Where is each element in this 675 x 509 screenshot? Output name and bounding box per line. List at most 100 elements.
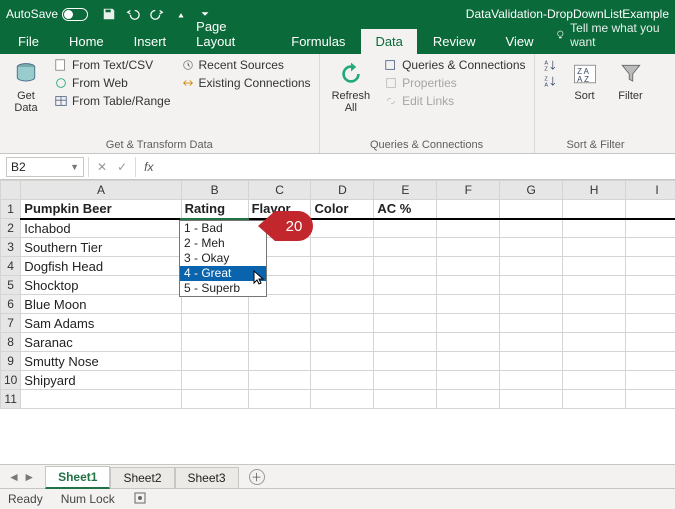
worksheet-grid[interactable]: A B C D E F G H I 1 Pumpkin Beer Rating …: [0, 180, 675, 464]
col-header-h[interactable]: H: [563, 181, 626, 200]
cell[interactable]: [437, 390, 500, 409]
cell[interactable]: [626, 352, 675, 371]
save-icon[interactable]: [102, 7, 116, 21]
refresh-all-button[interactable]: Refresh All: [328, 58, 375, 116]
cell[interactable]: [374, 371, 437, 390]
cell[interactable]: Smutty Nose: [21, 352, 181, 371]
cell[interactable]: [563, 371, 626, 390]
cell[interactable]: [500, 314, 563, 333]
cell[interactable]: [626, 390, 675, 409]
cell[interactable]: [311, 257, 374, 276]
cell[interactable]: [21, 390, 181, 409]
recent-sources-button[interactable]: Recent Sources: [181, 58, 311, 72]
cell[interactable]: [563, 390, 626, 409]
new-sheet-button[interactable]: ＋: [249, 469, 265, 485]
cell[interactable]: [437, 276, 500, 295]
from-table-button[interactable]: From Table/Range: [54, 94, 171, 108]
dv-option[interactable]: 2 - Meh: [180, 236, 266, 251]
cell[interactable]: [248, 390, 311, 409]
sheet-tab-3[interactable]: Sheet3: [175, 467, 239, 488]
col-header-f[interactable]: F: [437, 181, 500, 200]
cell[interactable]: [563, 238, 626, 257]
cell[interactable]: [374, 238, 437, 257]
row-header-3[interactable]: 3: [1, 238, 21, 257]
name-box[interactable]: B2 ▼: [6, 157, 84, 177]
col-header-g[interactable]: G: [500, 181, 563, 200]
autosave-toggle[interactable]: AutoSave: [6, 7, 88, 21]
cell[interactable]: [563, 295, 626, 314]
cell[interactable]: [374, 219, 437, 238]
cell[interactable]: Dogfish Head: [21, 257, 181, 276]
cell[interactable]: [374, 333, 437, 352]
col-header-b[interactable]: B: [181, 181, 248, 200]
cell[interactable]: [626, 200, 675, 219]
enter-formula-icon[interactable]: ✓: [117, 160, 127, 174]
tab-home[interactable]: Home: [55, 29, 118, 54]
cell[interactable]: [500, 276, 563, 295]
cell[interactable]: Shocktop: [21, 276, 181, 295]
cell[interactable]: [181, 352, 248, 371]
col-header-e[interactable]: E: [374, 181, 437, 200]
cell[interactable]: [311, 276, 374, 295]
cell[interactable]: [626, 238, 675, 257]
cell[interactable]: [248, 371, 311, 390]
cell[interactable]: [500, 219, 563, 238]
sheet-tab-1[interactable]: Sheet1: [45, 466, 110, 489]
cell[interactable]: [500, 238, 563, 257]
cell[interactable]: [563, 276, 626, 295]
cell[interactable]: [181, 333, 248, 352]
row-header-5[interactable]: 5: [1, 276, 21, 295]
cell[interactable]: [500, 390, 563, 409]
cell[interactable]: [311, 314, 374, 333]
cell[interactable]: [374, 314, 437, 333]
cell[interactable]: [437, 333, 500, 352]
queries-connections-button[interactable]: Queries & Connections: [384, 58, 525, 72]
cell[interactable]: [311, 295, 374, 314]
cell[interactable]: [374, 295, 437, 314]
cell[interactable]: [626, 333, 675, 352]
cell[interactable]: Pumpkin Beer: [21, 200, 181, 219]
cell[interactable]: [626, 219, 675, 238]
cell[interactable]: Blue Moon: [21, 295, 181, 314]
cell[interactable]: [181, 371, 248, 390]
col-header-c[interactable]: C: [248, 181, 311, 200]
cell[interactable]: [437, 314, 500, 333]
tab-formulas[interactable]: Formulas: [277, 29, 359, 54]
tell-me-search[interactable]: Tell me what you want: [555, 21, 675, 54]
tab-data[interactable]: Data: [361, 29, 416, 54]
sort-desc-button[interactable]: ZA: [543, 74, 557, 88]
cell[interactable]: [626, 314, 675, 333]
cell[interactable]: [311, 333, 374, 352]
cell[interactable]: [248, 333, 311, 352]
cell[interactable]: [437, 352, 500, 371]
cell[interactable]: Sam Adams: [21, 314, 181, 333]
sheet-tab-2[interactable]: Sheet2: [110, 467, 174, 488]
cell[interactable]: [626, 257, 675, 276]
row-header-9[interactable]: 9: [1, 352, 21, 371]
fx-icon[interactable]: fx: [144, 160, 153, 174]
col-header-a[interactable]: A: [21, 181, 181, 200]
cancel-formula-icon[interactable]: ✕: [97, 160, 107, 174]
cell[interactable]: [374, 257, 437, 276]
undo-icon[interactable]: [126, 7, 140, 21]
cell[interactable]: [248, 314, 311, 333]
cell[interactable]: AC %: [374, 200, 437, 219]
sheet-nav[interactable]: ◄ ►: [8, 470, 35, 484]
cell[interactable]: Shipyard: [21, 371, 181, 390]
cell[interactable]: [500, 257, 563, 276]
dv-option[interactable]: 1 - Bad: [180, 221, 266, 236]
select-all-corner[interactable]: [1, 181, 21, 200]
from-web-button[interactable]: From Web: [54, 76, 171, 90]
cell[interactable]: [311, 352, 374, 371]
cell[interactable]: [563, 352, 626, 371]
tab-insert[interactable]: Insert: [120, 29, 181, 54]
tab-page-layout[interactable]: Page Layout: [182, 14, 275, 54]
cell[interactable]: [500, 295, 563, 314]
cell[interactable]: [437, 238, 500, 257]
cell[interactable]: Southern Tier: [21, 238, 181, 257]
cell[interactable]: [311, 371, 374, 390]
redo-icon[interactable]: [150, 7, 164, 21]
cell[interactable]: [248, 295, 311, 314]
cell[interactable]: [374, 390, 437, 409]
dv-option[interactable]: 3 - Okay: [180, 251, 266, 266]
